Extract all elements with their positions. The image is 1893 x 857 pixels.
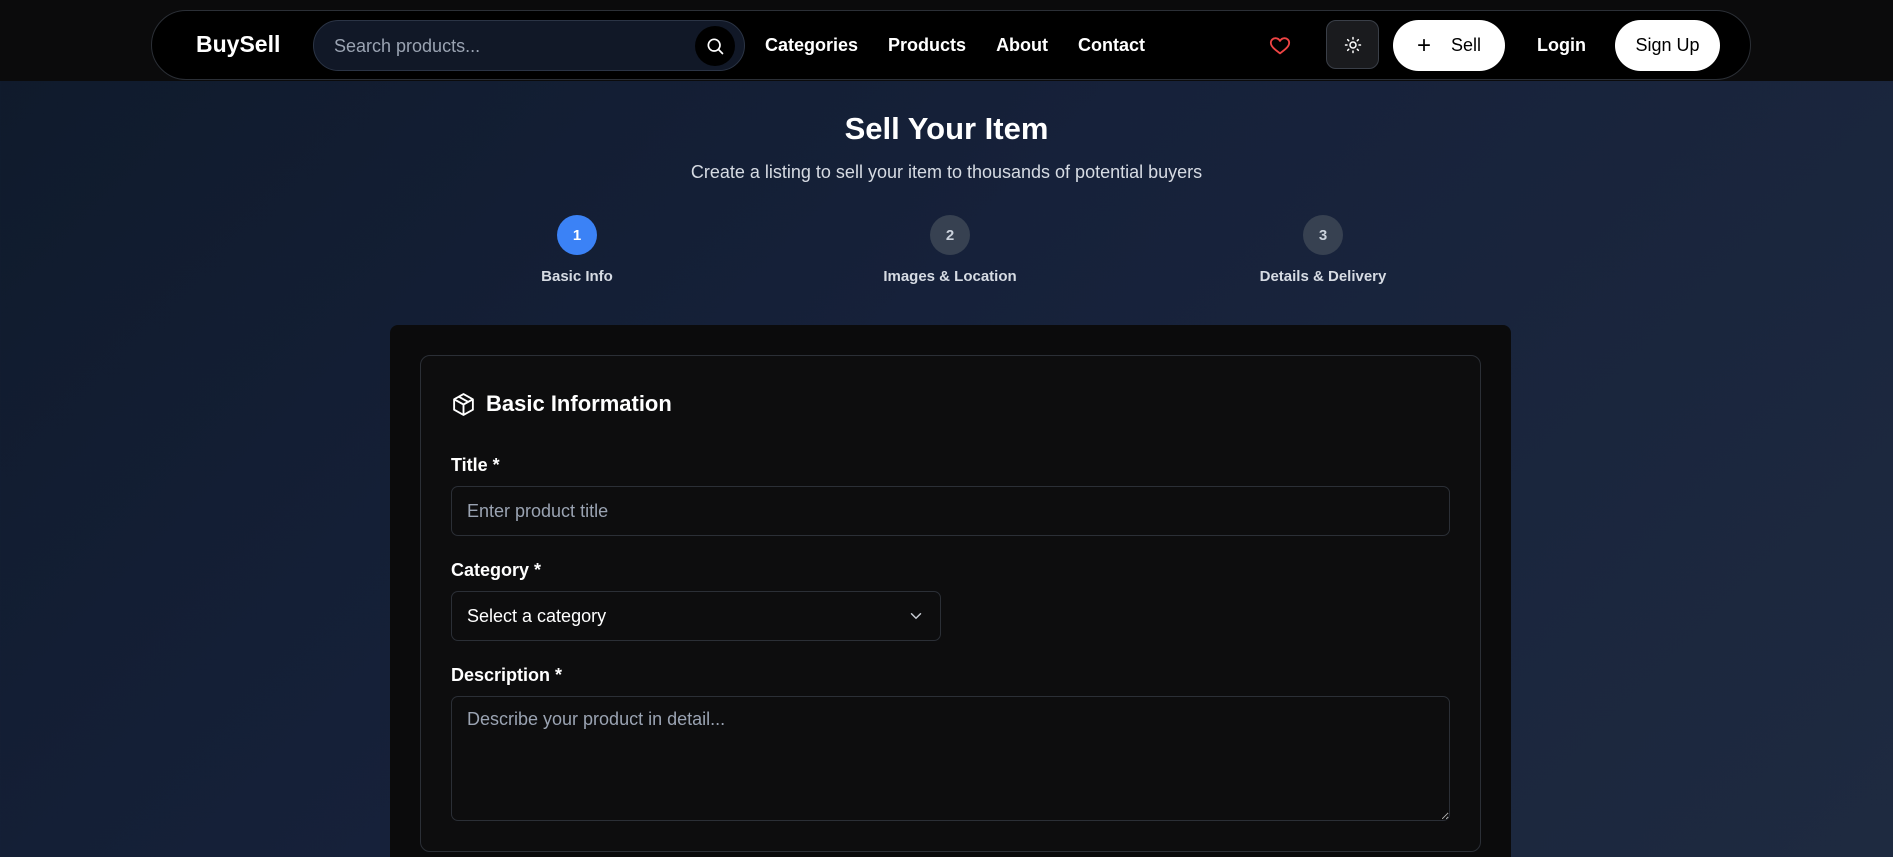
nav-link-products[interactable]: Products [888,35,966,56]
description-label: Description * [451,665,563,685]
description-textarea[interactable] [451,696,1450,821]
title-label: Title * [451,455,500,475]
search-input[interactable] [334,35,694,57]
plus-icon: + [1416,31,1431,59]
login-link[interactable]: Login [1537,35,1586,56]
heart-icon [1269,37,1291,55]
section-title: Basic Information [486,391,672,416]
category-select-value: Select a category [467,606,607,626]
step-number: 3 [1303,215,1343,255]
brand-logo[interactable]: BuySell [196,31,280,58]
listing-form-container: Basic Information Title * Category * Sel… [390,325,1511,857]
search-button[interactable] [695,26,735,66]
sell-button-label: Sell [1451,35,1482,55]
nav-link-contact[interactable]: Contact [1078,35,1145,56]
section-header: Basic Information [451,391,672,417]
step-label: Basic Info [541,268,613,285]
step-label: Images & Location [883,268,1017,285]
chevron-down-icon [910,613,922,620]
step-number: 1 [557,215,597,255]
step-basic-info[interactable]: 1 Basic Info [477,215,677,285]
category-select[interactable]: Select a category [451,591,941,641]
search-icon [707,38,724,55]
search-bar [313,20,745,71]
sun-icon [1344,36,1361,53]
top-bar: BuySell Categories Products About Contac… [0,0,1893,81]
basic-information-card: Basic Information Title * Category * Sel… [420,355,1481,852]
step-label: Details & Delivery [1259,268,1387,285]
sell-button[interactable]: + Sell [1393,20,1505,71]
page-title: Sell Your Item [844,111,1049,146]
nav-link-categories[interactable]: Categories [765,35,858,56]
favorites-button[interactable] [1267,33,1293,59]
nav-links: Categories Products About Contact [765,35,1175,56]
step-images-location[interactable]: 2 Images & Location [850,215,1050,285]
nav-link-about[interactable]: About [996,35,1048,56]
package-icon [453,392,474,416]
theme-toggle-button[interactable] [1326,20,1379,69]
category-label: Category * [451,560,542,580]
step-details-delivery[interactable]: 3 Details & Delivery [1223,215,1423,285]
step-number: 2 [930,215,970,255]
signup-button[interactable]: Sign Up [1615,20,1720,71]
navbar: BuySell Categories Products About Contac… [151,10,1751,80]
page-subtitle: Create a listing to sell your item to th… [690,162,1203,182]
title-input[interactable] [451,486,1450,536]
